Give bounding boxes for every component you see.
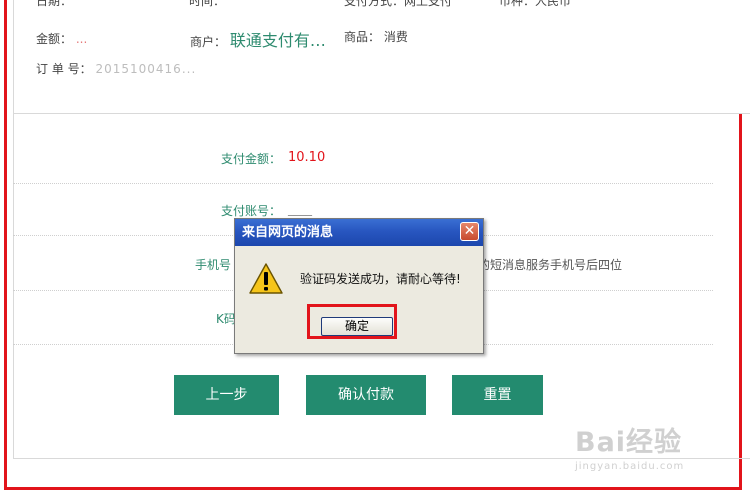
- ok-button[interactable]: 确定: [321, 317, 393, 336]
- code-label: K码: [216, 312, 236, 326]
- alert-dialog: 来自网页的消息 ✕ 验证码发送成功，请耐心等待! 确定: [234, 218, 484, 354]
- pay-method-label: 支付方式：网上支付: [344, 0, 453, 8]
- goods-label: 商品：: [344, 30, 381, 44]
- pay-account-label: 支付账号：: [221, 204, 282, 218]
- merchant-label: 商户：: [190, 35, 227, 49]
- prev-step-button[interactable]: 上一步: [174, 375, 279, 415]
- dialog-title: 来自网页的消息: [242, 225, 334, 240]
- reset-button[interactable]: 重置: [452, 375, 543, 415]
- pay-amount-label: 支付金额：: [221, 152, 282, 166]
- amount-row: 金额： ...: [36, 30, 87, 47]
- goods-row: 商品： 消费: [344, 28, 408, 45]
- warning-icon: [249, 263, 283, 294]
- time-label: 时间：: [189, 0, 226, 8]
- order-number-value: 2015100416...: [95, 62, 197, 76]
- currency-label: 币种：人民币: [499, 0, 572, 8]
- amount-value: ...: [75, 32, 88, 46]
- pay-account-value: ____: [288, 202, 312, 216]
- confirm-payment-button[interactable]: 确认付款: [306, 375, 426, 415]
- order-number-row: 订 单 号： 2015100416...: [36, 60, 196, 77]
- dialog-message: 验证码发送成功，请耐心等待!: [300, 272, 461, 286]
- order-info-panel: 日期： 时间： 支付方式：网上支付 币种：人民币 金额： ... 商户： 联通支…: [13, 0, 750, 114]
- phone-label: 手机号: [195, 258, 232, 272]
- close-icon[interactable]: ✕: [460, 222, 479, 241]
- order-number-label: 订 单 号：: [36, 62, 92, 76]
- watermark-logo-text: Bai经验: [575, 427, 683, 458]
- baidu-watermark: Bai经验 jingyan.baidu.com: [575, 420, 684, 472]
- pay-amount-value: 10.10: [288, 150, 326, 165]
- merchant-value: 联通支付有…: [229, 31, 326, 50]
- watermark-url: jingyan.baidu.com: [575, 461, 685, 472]
- phone-hint-text: 的短消息服务手机号后四位: [478, 258, 623, 272]
- row-divider: [13, 183, 713, 184]
- merchant-row: 商户： 联通支付有…: [190, 27, 326, 51]
- dialog-titlebar[interactable]: 来自网页的消息 ✕: [235, 219, 483, 246]
- date-label: 日期：: [36, 0, 73, 8]
- amount-label: 金额：: [36, 32, 73, 46]
- goods-value: 消费: [383, 30, 408, 44]
